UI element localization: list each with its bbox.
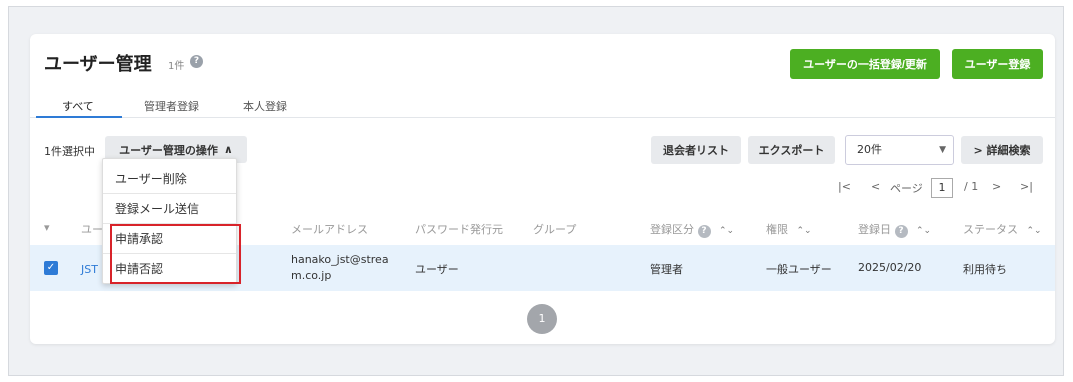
registration-type-value: 管理者	[650, 263, 683, 276]
highlight-annotation	[110, 224, 241, 284]
sort-icon[interactable]: ⌃⌄	[1027, 226, 1042, 236]
register-user-button[interactable]: ユーザー登録	[952, 49, 1043, 79]
sort-icon[interactable]: ⌃⌄	[916, 226, 931, 236]
header-role-label: 権限	[766, 223, 788, 236]
menu-item-delete-user[interactable]: ユーザー削除	[103, 165, 236, 193]
status-value: 利用待ち	[963, 263, 1007, 276]
select-all-caret-icon[interactable]: ▾	[44, 221, 50, 234]
next-page-icon[interactable]: >	[992, 180, 1001, 193]
menu-item-send-registration-email[interactable]: 登録メール送信	[103, 195, 236, 223]
sort-icon[interactable]: ⌃⌄	[797, 226, 812, 236]
page-title: ユーザー管理	[44, 54, 152, 75]
page-size-value: 20件	[857, 143, 882, 156]
header-group: グループ	[533, 223, 577, 236]
prev-page-icon[interactable]: <	[871, 180, 880, 193]
export-button[interactable]: エクスポート	[748, 136, 835, 164]
menu-divider	[103, 193, 236, 194]
header-role[interactable]: 権限 ⌃⌄	[766, 221, 812, 237]
advanced-search-button[interactable]: > 詳細検索	[961, 136, 1043, 164]
last-page-icon[interactable]: >|	[1020, 180, 1033, 193]
tab-admin-registration[interactable]: 管理者登録	[144, 98, 199, 114]
header-registered-date-label: 登録日	[858, 223, 891, 236]
header-registration-type-label: 登録区分	[650, 223, 694, 236]
sort-icon[interactable]: ⌃⌄	[719, 226, 734, 236]
page-label: ページ	[890, 182, 923, 195]
pagination-page-1[interactable]: 1	[527, 304, 557, 334]
first-page-icon[interactable]: |<	[838, 180, 851, 193]
total-pages: / 1	[964, 180, 979, 193]
tab-all[interactable]: すべて	[62, 98, 94, 114]
selection-count: 1件選択中	[44, 145, 95, 158]
header-status-label: ステータス	[963, 223, 1018, 236]
role-value: 一般ユーザー	[766, 263, 832, 276]
dropdown-caret-icon: ▼	[939, 145, 946, 155]
email-line-1: hanako_jst@strea	[291, 253, 389, 266]
user-operations-label: ユーザー管理の操作	[119, 143, 218, 157]
user-count: 1件	[168, 61, 185, 72]
tab-self-registration[interactable]: 本人登録	[243, 98, 287, 114]
password-issuer-value: ユーザー	[415, 263, 459, 276]
bulk-register-button[interactable]: ユーザーの一括登録/更新	[790, 49, 940, 79]
header-password-issuer: パスワード発行元	[415, 223, 503, 236]
header-registration-type[interactable]: 登録区分 ? ⌃⌄	[650, 221, 734, 238]
page-number-input[interactable]: 1	[931, 178, 953, 198]
help-icon[interactable]: ?	[697, 225, 711, 238]
header-email: メールアドレス	[291, 223, 368, 236]
email-line-2: m.co.jp	[291, 269, 332, 282]
help-icon[interactable]: ?	[190, 55, 203, 68]
registered-date-value: 2025/02/20	[858, 261, 922, 274]
header-status[interactable]: ステータス ⌃⌄	[963, 221, 1042, 237]
withdrawn-list-button[interactable]: 退会者リスト	[651, 136, 741, 164]
active-tab-indicator	[36, 116, 122, 118]
help-icon[interactable]: ?	[894, 225, 908, 238]
header-registered-date[interactable]: 登録日 ? ⌃⌄	[858, 221, 931, 238]
chevron-up-icon: ∧	[223, 143, 233, 156]
tab-bar: すべて 管理者登録 本人登録	[30, 92, 1055, 118]
page-size-select[interactable]: 20件 ▼	[845, 135, 954, 165]
row-checkbox[interactable]: ✓	[44, 261, 58, 275]
